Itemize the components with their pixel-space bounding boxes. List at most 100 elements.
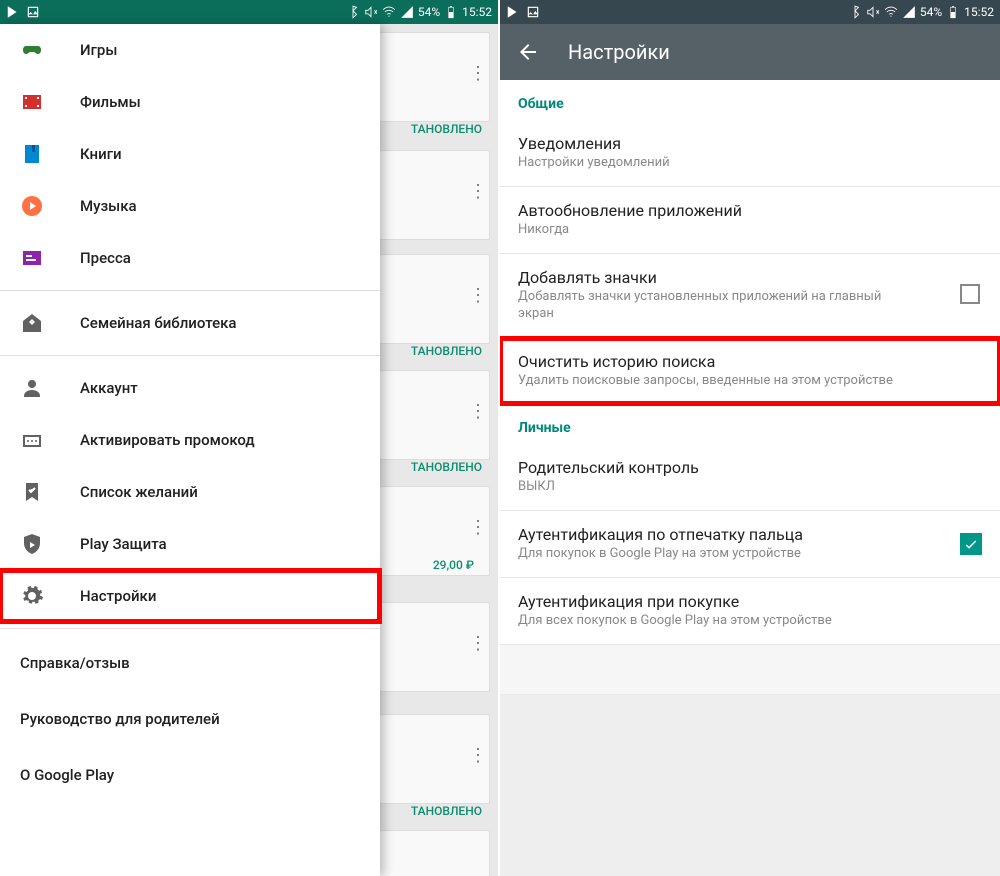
setting-title: Добавлять значки bbox=[518, 268, 982, 287]
clock-text: 15:52 bbox=[964, 5, 994, 19]
left-screenshot: 54% 15:52 ⋮ ТАНОВЛЕНО ⋮ ⋮ ТАНОВЛЕНО ⋮ ТА… bbox=[0, 0, 500, 876]
mute-icon bbox=[866, 5, 880, 19]
divider bbox=[0, 355, 380, 356]
more-icon[interactable]: ⋮ bbox=[469, 633, 485, 654]
setting-auth-purchase[interactable]: Аутентификация при покупке Для всех поку… bbox=[500, 578, 1000, 645]
setting-add-icons[interactable]: Добавлять значки Добавлять значки устано… bbox=[500, 254, 1000, 338]
settings-list[interactable]: Общие Уведомления Настройки уведомлений … bbox=[500, 80, 1000, 876]
battery-icon bbox=[444, 5, 458, 19]
nav-item-promo[interactable]: Активировать промокод bbox=[0, 414, 380, 466]
wifi-icon bbox=[884, 5, 898, 19]
nav-item-books[interactable]: Книги bbox=[0, 128, 380, 180]
nav-label: Пресса bbox=[80, 249, 131, 267]
nav-label: Музыка bbox=[80, 197, 137, 215]
setting-title: Аутентификация по отпечатку пальца bbox=[518, 525, 982, 544]
bluetooth-icon bbox=[346, 5, 360, 19]
nav-item-settings[interactable]: Настройки bbox=[0, 570, 380, 622]
nav-item-parents-guide[interactable]: Руководство для родителей bbox=[0, 691, 380, 747]
music-icon bbox=[20, 194, 44, 218]
promo-icon bbox=[20, 428, 44, 452]
shield-icon bbox=[20, 532, 44, 556]
setting-subtitle: Добавлять значки установленных приложени… bbox=[518, 289, 918, 323]
battery-icon bbox=[946, 5, 960, 19]
setting-notifications[interactable]: Уведомления Настройки уведомлений bbox=[500, 120, 1000, 187]
nav-item-help[interactable]: Справка/отзыв bbox=[0, 635, 380, 691]
checkbox-checked[interactable] bbox=[960, 533, 982, 555]
app-bar: Настройки bbox=[500, 24, 1000, 80]
nav-item-movies[interactable]: Фильмы bbox=[0, 76, 380, 128]
more-icon[interactable]: ⋮ bbox=[469, 181, 485, 202]
more-icon[interactable]: ⋮ bbox=[469, 63, 485, 84]
divider bbox=[0, 290, 380, 291]
setting-subtitle: ВЫКЛ bbox=[518, 479, 918, 496]
clock-text: 15:52 bbox=[462, 5, 492, 19]
nav-label: Настройки bbox=[80, 587, 156, 605]
setting-title: Уведомления bbox=[518, 134, 982, 153]
movies-icon bbox=[20, 90, 44, 114]
installed-label: ТАНОВЛЕНО bbox=[411, 122, 482, 136]
setting-title: Аутентификация при покупке bbox=[518, 592, 982, 611]
nav-item-music[interactable]: Музыка bbox=[0, 180, 380, 232]
status-bar: 54% 15:52 bbox=[500, 0, 1000, 24]
right-screenshot: 54% 15:52 Настройки Общие Уведомления На… bbox=[500, 0, 1000, 876]
nav-label: Аккаунт bbox=[80, 379, 138, 397]
play-store-icon bbox=[506, 5, 520, 19]
setting-subtitle: Настройки уведомлений bbox=[518, 155, 918, 172]
section-personal: Личные bbox=[500, 404, 1000, 444]
nav-label: Активировать промокод bbox=[80, 431, 255, 449]
setting-title bbox=[518, 659, 982, 678]
mute-icon bbox=[364, 5, 378, 19]
setting-subtitle: Для покупок в Google Play на этом устрой… bbox=[518, 546, 918, 563]
bluetooth-icon bbox=[848, 5, 862, 19]
nav-item-games[interactable]: Игры bbox=[0, 24, 380, 76]
setting-clear-history[interactable]: Очистить историю поиска Удалить поисковы… bbox=[500, 338, 1000, 405]
nav-item-family[interactable]: Семейная библиотека bbox=[0, 297, 380, 349]
status-bar: 54% 15:52 bbox=[0, 0, 498, 24]
back-icon[interactable] bbox=[516, 40, 540, 64]
more-icon[interactable]: ⋮ bbox=[469, 401, 485, 422]
signal-icon bbox=[902, 5, 916, 19]
nav-label: Книги bbox=[80, 145, 122, 163]
nav-label: Play Защита bbox=[80, 535, 167, 553]
nav-item-wishlist[interactable]: Список желаний bbox=[0, 466, 380, 518]
wishlist-icon bbox=[20, 480, 44, 504]
section-general: Общие bbox=[500, 80, 1000, 120]
press-icon bbox=[20, 246, 44, 270]
setting-cut-off[interactable] bbox=[500, 645, 1000, 695]
screenshot-icon bbox=[26, 5, 40, 19]
nav-item-about[interactable]: О Google Play bbox=[0, 747, 380, 803]
setting-auto-update[interactable]: Автообновление приложений Никогда bbox=[500, 187, 1000, 254]
more-icon[interactable]: ⋮ bbox=[469, 745, 485, 766]
screenshot-icon bbox=[526, 5, 540, 19]
account-icon bbox=[20, 376, 44, 400]
installed-label: ТАНОВЛЕНО bbox=[411, 460, 482, 474]
divider bbox=[0, 628, 380, 629]
installed-label: ТАНОВЛЕНО bbox=[411, 804, 482, 818]
underlying-app-list: ⋮ ТАНОВЛЕНО ⋮ ⋮ ТАНОВЛЕНО ⋮ ТАНОВЛЕНО ⋮ … bbox=[378, 24, 498, 876]
setting-title: Родительский контроль bbox=[518, 458, 982, 477]
setting-subtitle: Удалить поисковые запросы, введенные на … bbox=[518, 373, 918, 390]
signal-icon bbox=[400, 5, 414, 19]
play-store-icon bbox=[6, 5, 20, 19]
nav-item-account[interactable]: Аккаунт bbox=[0, 362, 380, 414]
checkbox-unchecked[interactable] bbox=[960, 284, 982, 306]
nav-item-protect[interactable]: Play Защита bbox=[0, 518, 380, 570]
installed-label: ТАНОВЛЕНО bbox=[411, 344, 482, 358]
battery-text: 54% bbox=[920, 5, 942, 19]
setting-parental[interactable]: Родительский контроль ВЫКЛ bbox=[500, 444, 1000, 511]
setting-fingerprint[interactable]: Аутентификация по отпечатку пальца Для п… bbox=[500, 511, 1000, 578]
setting-title: Автообновление приложений bbox=[518, 201, 982, 220]
price-label: 29,00 ₽ bbox=[433, 558, 474, 572]
setting-subtitle: Никогда bbox=[518, 222, 918, 239]
wifi-icon bbox=[382, 5, 396, 19]
nav-label: Список желаний bbox=[80, 483, 198, 501]
family-icon bbox=[20, 311, 44, 335]
more-icon[interactable]: ⋮ bbox=[469, 285, 485, 306]
navigation-drawer: Игры Фильмы Книги Музыка Пресса Семейная… bbox=[0, 24, 380, 876]
battery-text: 54% bbox=[418, 5, 440, 19]
nav-item-press[interactable]: Пресса bbox=[0, 232, 380, 284]
more-icon[interactable]: ⋮ bbox=[469, 517, 485, 538]
appbar-title: Настройки bbox=[568, 40, 670, 64]
games-icon bbox=[20, 38, 44, 62]
nav-label: Игры bbox=[80, 41, 117, 59]
